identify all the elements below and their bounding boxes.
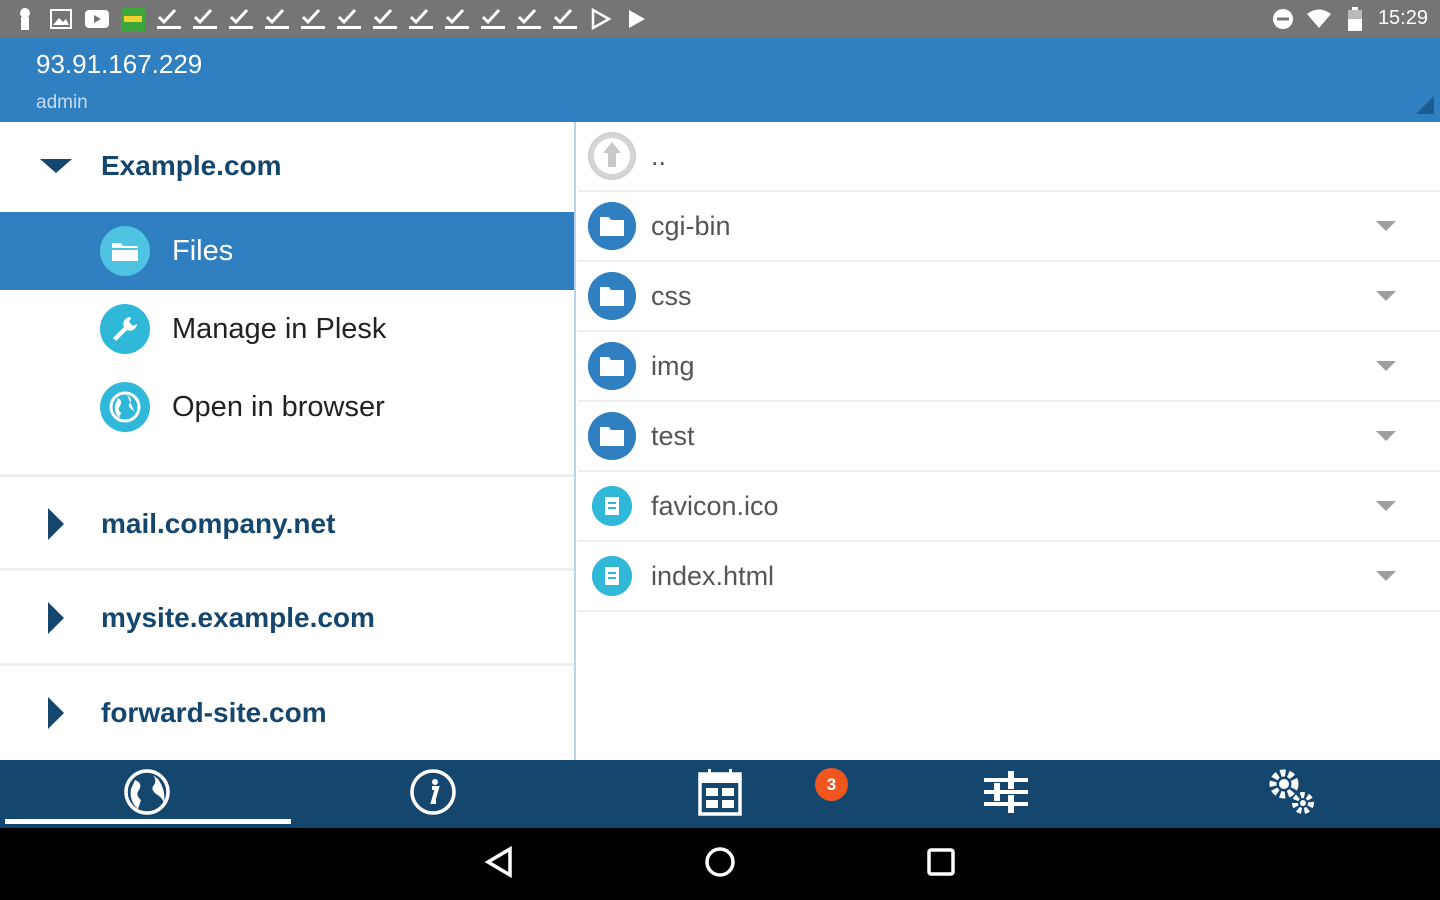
file-row[interactable]: cgi-bin xyxy=(578,192,1440,262)
check-icon xyxy=(408,6,434,32)
battery-icon xyxy=(1342,6,1368,32)
sidebar-item-open-in-browser[interactable]: Open in browser xyxy=(0,368,574,446)
expand-arrow-icon[interactable] xyxy=(48,602,64,634)
sidebar-item-label: Files xyxy=(172,234,234,267)
file-icon xyxy=(592,486,632,526)
tab-sites[interactable] xyxy=(3,760,291,828)
sidebar-item-manage-in-plesk[interactable]: Manage in Plesk xyxy=(0,290,574,368)
site-row[interactable]: forward-site.com xyxy=(0,667,574,759)
file-row[interactable]: favicon.ico xyxy=(578,472,1440,542)
file-icon xyxy=(592,556,632,596)
divider xyxy=(0,474,574,477)
parent-directory-row[interactable]: .. xyxy=(578,122,1440,192)
clock: 15:29 xyxy=(1377,7,1428,29)
folder-icon xyxy=(588,272,636,320)
app-header[interactable]: 93.91.167.229 admin xyxy=(0,37,1440,122)
file-row[interactable]: index.html xyxy=(578,542,1440,612)
check-icon xyxy=(192,6,218,32)
folder-icon xyxy=(588,202,636,250)
chevron-down-icon[interactable] xyxy=(1376,221,1396,231)
check-icon xyxy=(444,6,470,32)
file-name: index.html xyxy=(651,560,775,591)
check-icon xyxy=(336,6,362,32)
recents-icon[interactable] xyxy=(926,847,956,882)
check-icon xyxy=(480,6,506,32)
sliders-icon xyxy=(982,768,1030,821)
system-nav-bar xyxy=(0,828,1440,900)
folder-icon xyxy=(588,412,636,460)
app-icon xyxy=(120,6,146,32)
info-icon xyxy=(409,768,457,821)
file-name: .. xyxy=(651,140,667,171)
home-icon[interactable] xyxy=(704,846,736,883)
file-name: img xyxy=(651,350,695,381)
lock-icon xyxy=(12,6,38,32)
youtube-icon xyxy=(84,6,110,32)
file-row[interactable]: img xyxy=(578,332,1440,402)
do-not-disturb-icon xyxy=(1270,6,1296,32)
site-header-expanded[interactable]: Example.com xyxy=(0,122,574,210)
globe-icon xyxy=(100,382,150,432)
up-arrow-icon xyxy=(588,132,636,180)
play-store-icon xyxy=(624,6,650,32)
check-icon xyxy=(228,6,254,32)
file-row[interactable]: css xyxy=(578,262,1440,332)
sidebar-item-label: Open in browser xyxy=(172,390,385,423)
sidebar-item-label: Manage in Plesk xyxy=(172,312,387,345)
divider xyxy=(0,568,574,571)
check-icon xyxy=(552,6,578,32)
site-name: mail.company.net xyxy=(101,508,336,539)
bottom-tab-bar xyxy=(0,760,1440,828)
file-name: css xyxy=(651,280,692,311)
server-host: 93.91.167.229 xyxy=(36,49,203,79)
site-name: mysite.example.com xyxy=(101,602,375,633)
file-row[interactable]: test xyxy=(578,402,1440,472)
expand-arrow-icon[interactable] xyxy=(48,697,64,729)
check-icon xyxy=(300,6,326,32)
back-icon[interactable] xyxy=(484,845,514,883)
chevron-down-icon[interactable] xyxy=(1376,431,1396,441)
sites-panel: Example.com Files Manage in Plesk Open i… xyxy=(0,122,576,760)
settings-gears-icon xyxy=(1266,766,1318,823)
check-icon xyxy=(264,6,290,32)
system-status: 15:29 xyxy=(1270,6,1428,32)
globe-icon xyxy=(123,768,171,821)
chevron-down-icon[interactable] xyxy=(1376,291,1396,301)
site-row[interactable]: mail.company.net xyxy=(0,478,574,570)
folder-icon xyxy=(100,226,150,276)
status-bar: 15:29 xyxy=(0,0,1440,37)
server-user: admin xyxy=(36,92,88,113)
site-row[interactable]: mysite.example.com xyxy=(0,572,574,664)
folder-icon xyxy=(588,342,636,390)
tab-info[interactable] xyxy=(289,760,577,828)
wrench-icon xyxy=(100,304,150,354)
chevron-down-icon[interactable] xyxy=(1376,501,1396,511)
dropdown-corner-icon[interactable] xyxy=(1416,96,1434,114)
chevron-down-icon[interactable] xyxy=(1376,571,1396,581)
tab-settings[interactable] xyxy=(1148,760,1436,828)
divider xyxy=(0,663,574,666)
expand-arrow-icon[interactable] xyxy=(48,508,64,540)
file-name: test xyxy=(651,420,695,451)
image-icon xyxy=(48,6,74,32)
site-name: forward-site.com xyxy=(101,697,327,728)
file-name: favicon.ico xyxy=(651,490,779,521)
site-name: Example.com xyxy=(101,150,282,181)
check-icon xyxy=(372,6,398,32)
chevron-down-icon[interactable] xyxy=(1376,361,1396,371)
file-list: .. cgi-bin css img test favicon.ico inde… xyxy=(578,122,1440,760)
notification-icons xyxy=(12,6,650,32)
collapse-arrow-icon[interactable] xyxy=(40,159,72,173)
calendar-icon xyxy=(698,768,742,821)
notification-badge: 3 xyxy=(815,768,848,801)
active-tab-indicator xyxy=(5,819,291,824)
tab-adjustments[interactable] xyxy=(862,760,1150,828)
check-icon xyxy=(516,6,542,32)
file-name: cgi-bin xyxy=(651,210,731,241)
sidebar-item-files[interactable]: Files xyxy=(0,212,574,290)
play-store-icon xyxy=(588,6,614,32)
wifi-icon xyxy=(1306,6,1332,32)
check-icon xyxy=(156,6,182,32)
